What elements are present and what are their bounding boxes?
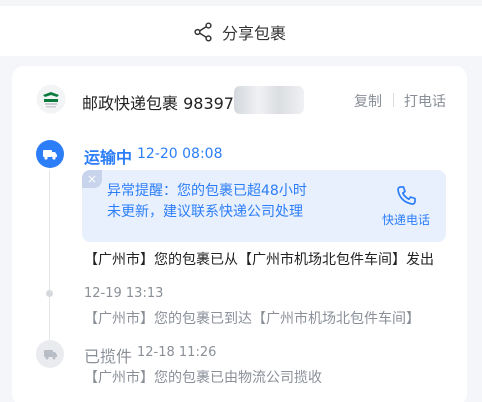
call-button[interactable]: 打电话 <box>404 91 446 111</box>
courier-phone-button[interactable]: 快递电话 <box>382 211 430 228</box>
share-bar: 分享包裹 <box>0 0 482 64</box>
share-icon <box>192 21 214 43</box>
event-text: 【广州市】您的包裹已由物流公司揽收 <box>84 370 322 386</box>
timeline-dot <box>46 290 53 297</box>
event-text: 【广州市】您的包裹已从【广州市机场北包件车间】发出 <box>84 252 434 268</box>
alert-line-2: 未更新，建议联系快递公司处理 <box>107 204 303 220</box>
share-label: 分享包裹 <box>222 24 287 43</box>
alert-line-1: 异常提醒：您的包裹已超48小时 <box>107 183 307 199</box>
event-text: 【广州市】您的包裹已到达【广州市机场北包件车间】 <box>84 311 420 327</box>
redacted-tracking-number <box>234 86 304 114</box>
box-icon <box>36 340 64 368</box>
copy-button[interactable]: 复制 <box>354 91 382 111</box>
alert-close-button[interactable]: × <box>82 170 102 188</box>
timeline-line <box>49 170 50 355</box>
status-time: 12-20 08:08 <box>137 146 223 162</box>
phone-icon[interactable] <box>394 184 418 208</box>
alert-message: 异常提醒：您的包裹已超48小时 未更新，建议联系快递公司处理 <box>107 181 367 223</box>
truck-icon <box>36 140 64 168</box>
status-label: 运输中 <box>84 148 133 167</box>
package-title: 邮政快递包裹 98397 <box>82 94 234 113</box>
top-divider <box>0 0 482 6</box>
china-post-logo <box>36 84 66 114</box>
share-button[interactable]: 分享包裹 <box>192 20 286 44</box>
collected-time: 12-18 11:26 <box>137 345 217 360</box>
collected-status-label: 已揽件 <box>84 347 133 366</box>
close-icon: × <box>86 172 98 186</box>
action-divider <box>393 93 394 107</box>
event-time: 12-19 13:13 <box>84 286 164 301</box>
